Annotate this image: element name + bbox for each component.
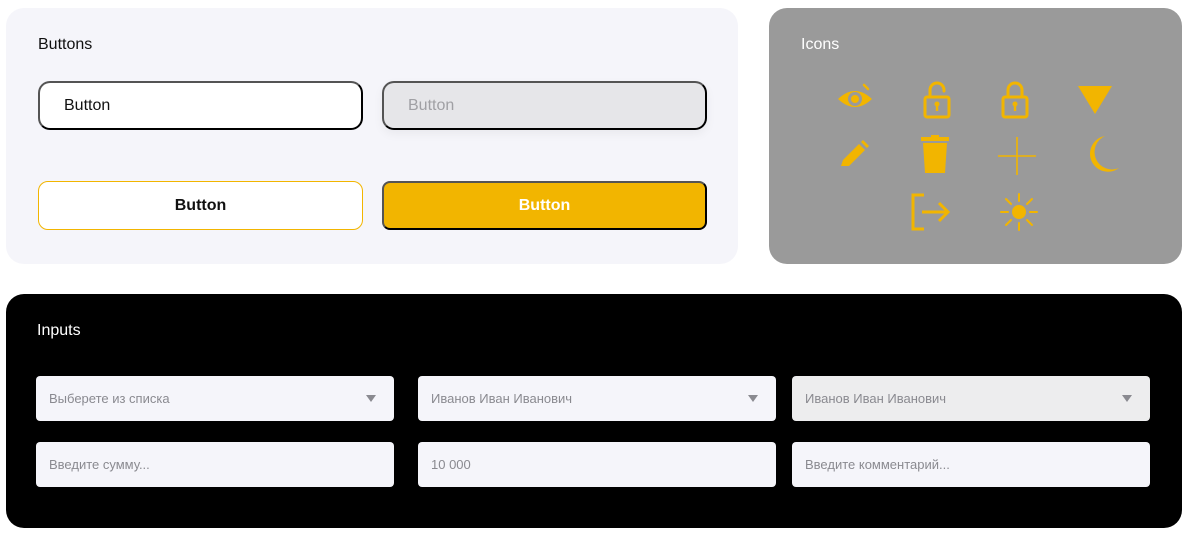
pencil-icon[interactable]	[835, 134, 875, 174]
amount-input-filled[interactable]	[431, 457, 758, 472]
icons-panel: Icons	[769, 8, 1182, 264]
amount-field-filled[interactable]	[418, 442, 776, 487]
inputs-panel: Inputs Выберете из списка Иванов Иван Ив…	[6, 294, 1182, 528]
select-placeholder: Выберете из списка	[49, 391, 170, 406]
amount-field[interactable]	[36, 442, 394, 487]
trash-icon[interactable]	[915, 134, 955, 174]
select-field[interactable]: Выберете из списка	[36, 376, 394, 421]
button-white[interactable]: Button	[38, 81, 363, 130]
icons-panel-title: Icons	[801, 36, 840, 53]
lock-icon[interactable]	[995, 79, 1035, 119]
button-disabled[interactable]: Button	[382, 81, 707, 130]
logout-icon[interactable]	[910, 192, 950, 232]
select-field-disabled[interactable]: Иванов Иван Иванович	[792, 376, 1150, 421]
triangle-down-icon[interactable]	[1075, 79, 1115, 119]
buttons-panel: Buttons Button Button Button Button	[6, 8, 738, 264]
buttons-panel-title: Buttons	[38, 36, 93, 53]
sun-icon[interactable]	[999, 192, 1039, 232]
lock-open-icon[interactable]	[917, 79, 957, 119]
select-value: Иванов Иван Иванович	[431, 391, 573, 406]
moon-icon[interactable]	[1083, 134, 1123, 174]
plus-icon[interactable]	[997, 136, 1037, 176]
comment-input[interactable]	[805, 457, 1132, 472]
chevron-down-icon[interactable]	[366, 395, 376, 402]
button-primary[interactable]: Button	[382, 181, 707, 230]
eye-off-icon[interactable]	[835, 79, 875, 119]
select-field-filled[interactable]: Иванов Иван Иванович	[418, 376, 776, 421]
chevron-down-icon[interactable]	[1122, 395, 1132, 402]
button-outline[interactable]: Button	[38, 181, 363, 230]
inputs-panel-title: Inputs	[37, 322, 81, 339]
comment-field[interactable]	[792, 442, 1150, 487]
chevron-down-icon[interactable]	[748, 395, 758, 402]
select-value-disabled: Иванов Иван Иванович	[805, 391, 947, 406]
amount-input[interactable]	[49, 457, 376, 472]
